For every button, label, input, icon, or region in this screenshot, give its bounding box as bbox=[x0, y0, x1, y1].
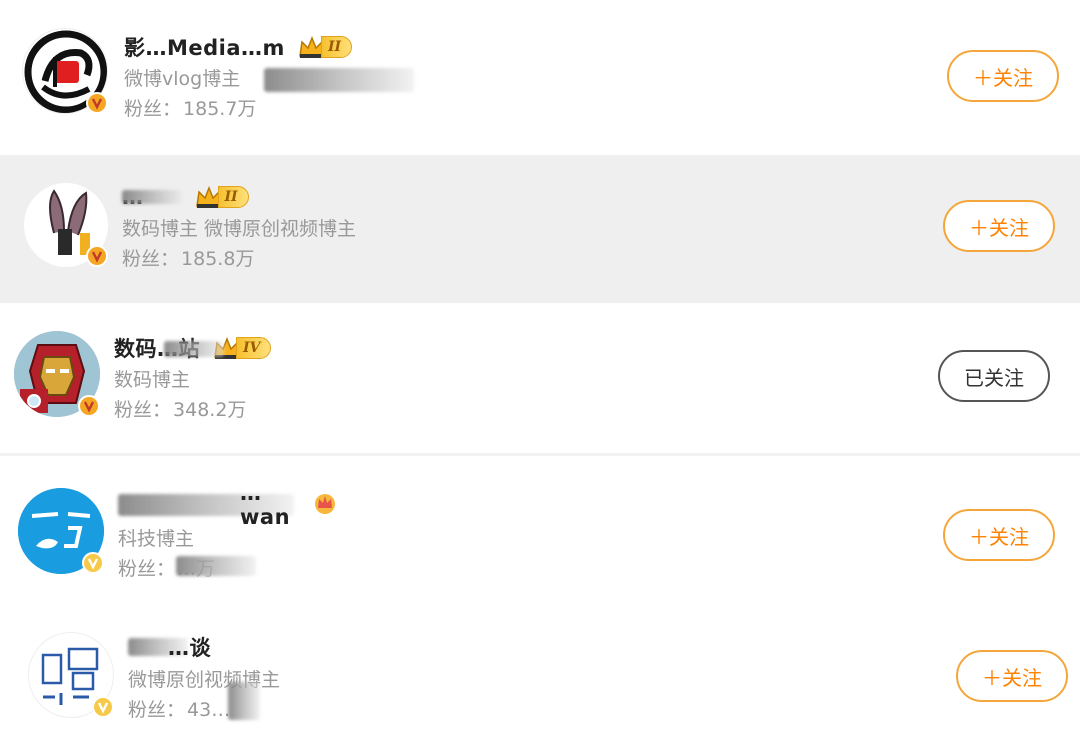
rank-badge: II bbox=[194, 184, 249, 210]
redaction-blur bbox=[264, 68, 414, 92]
verified-badge-icon bbox=[86, 245, 108, 267]
user-description: 数码博主 微博原创视频博主 bbox=[122, 218, 357, 240]
avatar[interactable] bbox=[24, 183, 108, 267]
rank-badge: II bbox=[297, 34, 353, 60]
redaction-blur bbox=[164, 341, 224, 357]
crown-icon bbox=[312, 490, 338, 520]
verified-badge-icon bbox=[86, 92, 108, 114]
user-description: 微博vlog博主 bbox=[124, 68, 241, 90]
user-description: 科技博主 bbox=[118, 528, 195, 550]
verified-badge-icon bbox=[92, 696, 114, 718]
redaction-blur bbox=[228, 682, 260, 720]
list-item[interactable]: 数码…站 IV 数码博主 粉丝： 348.2万 已关注 bbox=[0, 303, 1080, 453]
redaction-blur bbox=[122, 190, 182, 204]
list-item[interactable]: …谈 微博原创视频博主 粉丝： 43… ＋关注 bbox=[0, 606, 1080, 747]
fan-count: 粉丝： 43… bbox=[128, 699, 231, 721]
verified-badge-icon bbox=[78, 395, 100, 417]
avatar[interactable] bbox=[18, 488, 104, 574]
avatar[interactable] bbox=[22, 28, 108, 114]
verified-badge-icon bbox=[82, 552, 104, 574]
avatar[interactable] bbox=[14, 331, 100, 417]
username[interactable]: …wan bbox=[240, 481, 302, 529]
user-description: 数码博主 bbox=[114, 369, 191, 391]
follow-button[interactable]: ＋关注 bbox=[947, 50, 1059, 102]
follow-button[interactable]: ＋关注 bbox=[956, 650, 1068, 702]
user-list: 影…Media…m II 微博vlog博主 粉丝： 185.7万 ＋关注 II … bbox=[0, 0, 1080, 747]
avatar[interactable] bbox=[28, 632, 114, 718]
fan-count: 粉丝： 185.7万 bbox=[124, 98, 257, 120]
fan-count: 粉丝： 185.8万 bbox=[122, 248, 255, 270]
list-item[interactable]: …wan 科技博主 粉丝：…万 ＋关注 bbox=[0, 456, 1080, 606]
followed-button[interactable]: 已关注 bbox=[938, 350, 1050, 402]
follow-button[interactable]: ＋关注 bbox=[943, 200, 1055, 252]
redaction-blur bbox=[176, 556, 256, 576]
username[interactable]: …谈 bbox=[168, 632, 211, 662]
list-item[interactable]: 影…Media…m II 微博vlog博主 粉丝： 185.7万 ＋关注 bbox=[0, 0, 1080, 155]
list-item[interactable]: … II 数码博主 微博原创视频博主 粉丝：185.8万 ＋关注 bbox=[0, 155, 1080, 303]
username[interactable]: 影…Media…m bbox=[124, 32, 285, 62]
follow-button[interactable]: ＋关注 bbox=[943, 509, 1055, 561]
fan-count: 粉丝： 348.2万 bbox=[114, 399, 247, 421]
